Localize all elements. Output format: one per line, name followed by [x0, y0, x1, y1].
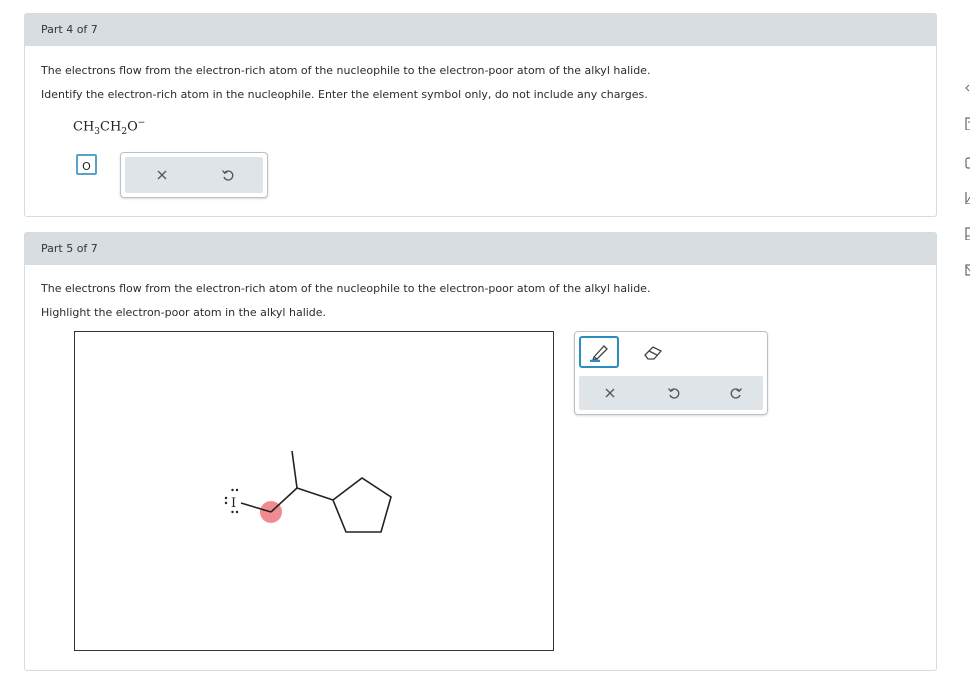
- redo-button[interactable]: [721, 376, 751, 410]
- part-5-instruction-2: Highlight the electron-poor atom in the …: [41, 306, 327, 319]
- sidebar-chart-icon[interactable]: [962, 190, 970, 204]
- part-4-panel: Part 4 of 7 The electrons flow from the …: [24, 13, 937, 217]
- close-icon: [605, 388, 615, 398]
- nucleophile-formula: CH3CH2O−: [73, 118, 145, 137]
- sidebar-tool-icon[interactable]: [962, 116, 970, 130]
- answer-tools: [120, 152, 268, 198]
- drawing-tools-bar: [579, 376, 763, 410]
- close-icon: [157, 170, 167, 180]
- undo-button[interactable]: [213, 157, 243, 193]
- clear-button[interactable]: [147, 157, 177, 193]
- highlight-tool-button[interactable]: [579, 336, 619, 368]
- formula-part: O: [127, 119, 138, 135]
- part-5-instruction-1: The electrons flow from the electron-ric…: [41, 282, 651, 295]
- halogen-label[interactable]: I: [231, 496, 236, 511]
- answer-input[interactable]: O: [76, 154, 97, 175]
- part-4-instruction-2: Identify the electron-rich atom in the n…: [41, 88, 648, 101]
- undo-icon: [667, 388, 680, 399]
- formula-charge: −: [137, 118, 146, 128]
- undo-button[interactable]: [659, 376, 689, 410]
- part-5-panel: Part 5 of 7 The electrons flow from the …: [24, 232, 937, 671]
- part-4-header: Part 4 of 7: [25, 14, 936, 46]
- redo-icon: [730, 388, 743, 399]
- sidebar-mail-icon[interactable]: [962, 262, 970, 276]
- drawing-tools: [574, 331, 768, 415]
- cyclopentane-ring: [332, 477, 392, 533]
- bond-ring: [296, 487, 334, 501]
- molecule-canvas[interactable]: I: [74, 331, 554, 651]
- formula-part: CH: [73, 119, 95, 135]
- sidebar-collapse-icon[interactable]: [962, 80, 970, 94]
- sidebar-data-icon[interactable]: [962, 155, 970, 169]
- alkyl-halide-structure: I: [224, 450, 392, 533]
- eraser-icon: [644, 346, 663, 360]
- clear-button[interactable]: [595, 376, 625, 410]
- drawing-tools-top: [575, 332, 767, 374]
- undo-icon: [221, 170, 234, 181]
- sidebar-doc-icon[interactable]: [962, 226, 970, 240]
- eraser-tool-button[interactable]: [635, 338, 671, 368]
- answer-tools-bar: [125, 157, 263, 193]
- part-4-instruction-1: The electrons flow from the electron-ric…: [41, 64, 651, 77]
- formula-part: CH: [100, 119, 122, 135]
- bond: [270, 487, 298, 513]
- pencil-icon: [590, 345, 608, 362]
- bond-methyl: [291, 450, 298, 489]
- part-5-header: Part 5 of 7: [25, 233, 936, 265]
